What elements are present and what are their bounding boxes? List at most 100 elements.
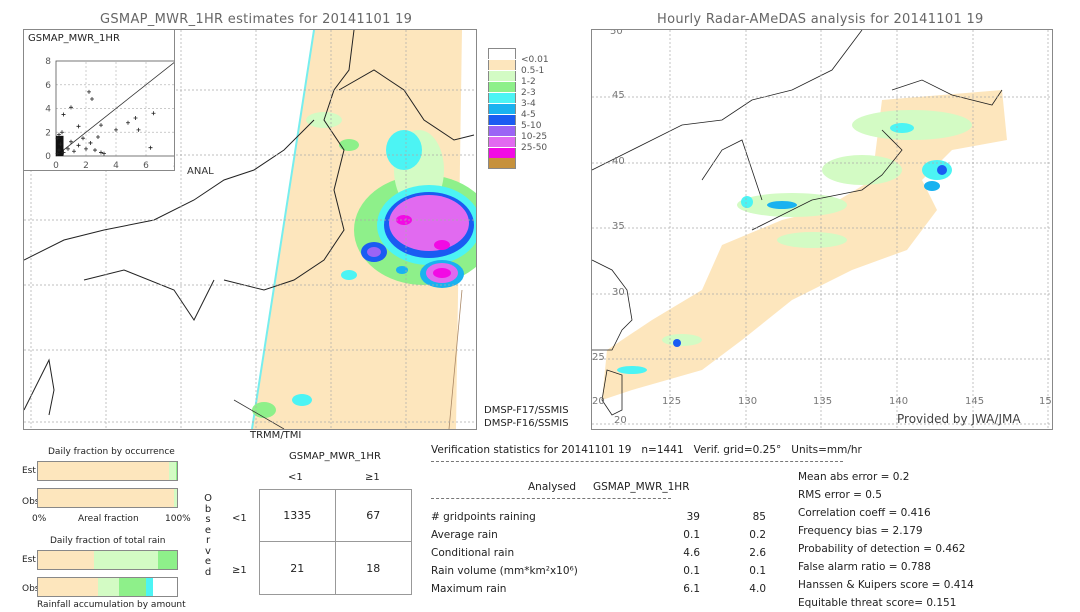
lat-tick-50: 50 [610,29,623,37]
scatter-xlabel: ANAL [187,166,214,177]
bar-segment-1_2 [157,551,177,569]
scatter-point [76,143,81,148]
axis-areal-fraction: Areal fraction [78,514,139,524]
left-map: GSMAP_MWR_1HR 8642002468 ANAL [23,29,477,430]
lon-tick: 140 [889,396,909,407]
scatter-point [87,89,91,94]
lat-tick: 40 [612,156,625,167]
divider [431,498,671,499]
col-model: GSMAP_MWR_1HR [593,481,690,493]
bar-segment-0_5_1 [97,578,119,596]
bar-segment-2_3 [146,578,154,596]
scatter-point [60,130,64,135]
stat-label: # gridpoints raining [431,511,536,523]
sensor-label-f17: DMSP-F17/SSMIS [484,405,569,416]
scatter-xtick: 0 [53,161,59,170]
legend-swatch [488,147,516,158]
legend-swatch [488,48,516,59]
legend-label: 1-2 [521,76,536,87]
lat-tick: 30 [612,287,625,298]
lat-tick: 35 [612,221,625,232]
bar-segment-0_5_1 [168,462,176,480]
lat-tick: 45 [612,90,625,101]
bar-segment-_0_01 [38,578,98,596]
legend-label: 5-10 [521,120,542,131]
score-item: Frequency bias = 2.179 [798,525,923,537]
bar-segment-0_5_1 [93,551,158,569]
contingency-col-lt1: <1 [288,472,303,483]
scatter-point [61,112,66,117]
scatter-point [148,145,153,150]
legend-swatch [488,81,516,92]
scatter-point [96,135,100,139]
stat-analysed: 0.1 [683,565,700,577]
legend-item: 4-5 [488,103,549,120]
stat-model: 0.2 [749,529,766,541]
scatter-point [114,127,118,132]
score-item: Mean abs error = 0.2 [798,471,910,483]
bar-segment-1_2 [118,578,147,596]
scatter-point [88,140,93,145]
scatter-point [84,146,88,151]
observed-letter: r [205,535,211,546]
legend-swatch [488,158,516,169]
right-map: 50 45 40 35 30 25 20 125 130 135 140 145… [591,29,1053,430]
legend-swatch [488,136,516,147]
scatter-point [151,111,156,116]
lon-tick: 125 [662,396,682,407]
score-item: Equitable threat score= 0.151 [798,597,957,609]
lon-tick: 130 [738,396,758,407]
lon-tick: 135 [813,396,833,407]
color-legend: <0.01 0.5-1 1-2 2-3 3-4 4-5 5-10 10-25 25-50 [488,48,549,169]
observed-letter: O [204,493,212,504]
sensor-label-trmm: TRMM/TMI [250,430,302,441]
total-rain-est-bar [37,550,178,570]
legend-item [488,158,549,169]
verification-header: Verification statistics for 20141101 19 … [431,444,862,456]
scatter-point [81,136,85,141]
stat-model: 2.6 [749,547,766,559]
lat-tick: 25 [592,352,605,363]
stat-analysed: 39 [686,511,700,523]
axis-100pct: 100% [165,514,191,524]
contingency-col-ge1: ≥1 [365,472,380,483]
legend-item: <0.01 [488,48,549,65]
occurrence-obs-bar [37,488,178,508]
score-item: Correlation coeff = 0.416 [798,507,931,519]
lat-tick: 20 [592,396,605,407]
bar-segment-_0_01 [38,551,94,569]
axis-0pct: 0% [32,514,47,524]
lon-tick: 145 [965,396,985,407]
legend-label: 25-50 [521,142,548,153]
legend-label: 10-25 [521,131,548,142]
stat-model: 85 [752,511,766,523]
legend-item: 3-4 [488,92,549,109]
sensor-label-f16: DMSP-F16/SSMIS [484,418,569,429]
right-panel-title: Hourly Radar-AMeDAS analysis for 2014110… [657,12,984,27]
coastline [24,358,55,416]
est-label: Est [22,555,36,565]
scatter-ytick: 0 [45,152,51,162]
stat-analysed: 0.1 [683,529,700,541]
divider [431,461,843,462]
coastline [83,269,215,321]
stat-analysed: 4.6 [683,547,700,559]
coastline [592,30,863,171]
scatter-point [133,116,138,120]
scatter-ytick: 2 [45,128,51,138]
scatter-ytick: 4 [45,105,51,115]
legend-label: <0.01 [521,54,549,65]
scatter-xtick: 4 [113,161,119,170]
contingency-cell: 1335 [260,490,336,542]
legend-label: 3-4 [521,98,536,109]
stat-label: Conditional rain [431,547,515,559]
legend-swatch [488,70,516,81]
bar-segment-_0_01 [38,462,169,480]
legend-swatch [488,114,516,125]
score-item: False alarm ratio = 0.788 [798,561,931,573]
total-rain-obs-bar [37,577,178,597]
stat-label: Maximum rain [431,583,507,595]
contingency-cell: 21 [260,542,336,594]
scatter-point [90,97,94,101]
contingency-table: 1335 67 21 18 [259,489,412,595]
